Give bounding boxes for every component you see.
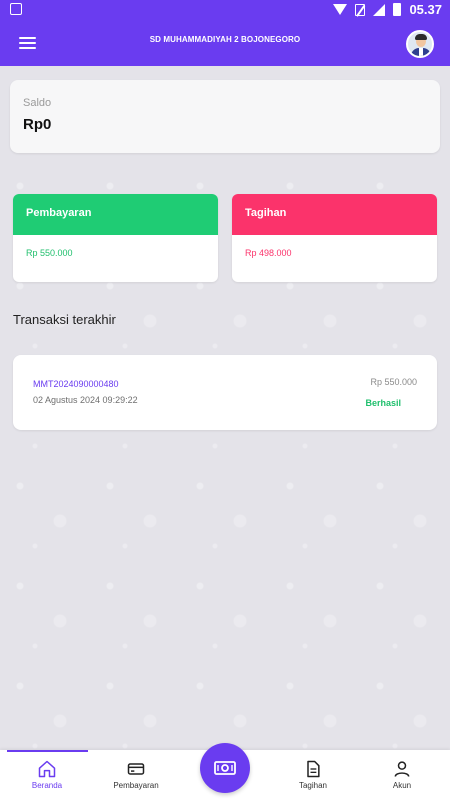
status-time: 05.37 — [409, 2, 442, 17]
app-bar: SD MUHAMMADIYAH 2 BOJONEGORO — [0, 20, 450, 66]
home-icon — [38, 760, 56, 778]
status-bar: 05.37 — [0, 0, 450, 20]
signal-icon — [373, 3, 386, 16]
payments-card[interactable]: Pembayaran Rp 550.000 — [13, 194, 218, 282]
no-sim-icon — [355, 3, 366, 16]
transaction-card[interactable]: MMT2024090000480 02 Agustus 2024 09:29:2… — [13, 355, 437, 430]
school-name: SD MUHAMMADIYAH 2 BOJONEGORO — [149, 35, 301, 44]
nav-beranda-label: Beranda — [31, 781, 63, 790]
nav-akun[interactable]: Akun — [362, 759, 442, 790]
notification-icon — [10, 3, 22, 15]
balance-value: Rp0 — [23, 116, 52, 133]
cash-fab-button[interactable] — [200, 743, 250, 793]
transaction-status: Berhasil — [365, 398, 401, 408]
active-tab-indicator — [7, 750, 88, 752]
balance-card: Saldo Rp0 — [10, 80, 440, 153]
nav-pembayaran[interactable]: Pembayaran — [96, 759, 176, 790]
cash-icon — [214, 761, 236, 775]
transaction-amount: Rp 550.000 — [370, 377, 417, 387]
nav-tagihan-label: Tagihan — [298, 781, 328, 790]
bills-amount: Rp 498.000 — [245, 248, 292, 258]
bills-card[interactable]: Tagihan Rp 498.000 — [232, 194, 437, 282]
user-icon — [394, 761, 410, 777]
battery-icon — [393, 3, 402, 16]
transaction-id: MMT2024090000480 — [33, 379, 119, 389]
recent-transactions-title: Transaksi terakhir — [13, 312, 116, 327]
card-icon — [127, 763, 145, 775]
payments-amount: Rp 550.000 — [26, 248, 73, 258]
transaction-date: 02 Agustus 2024 09:29:22 — [33, 395, 138, 405]
nav-pembayaran-label: Pembayaran — [113, 781, 159, 790]
nav-tagihan[interactable]: Tagihan — [273, 759, 353, 790]
nav-akun-label: Akun — [392, 781, 412, 790]
document-icon — [307, 760, 320, 778]
bills-title: Tagihan — [232, 194, 437, 235]
avatar[interactable] — [406, 30, 434, 58]
main-content: Saldo Rp0 Pembayaran Rp 550.000 Tagihan … — [0, 66, 450, 750]
nav-beranda[interactable]: Beranda — [7, 759, 87, 790]
wifi-icon — [333, 4, 348, 15]
balance-label: Saldo — [23, 97, 52, 109]
payments-title: Pembayaran — [13, 194, 218, 235]
